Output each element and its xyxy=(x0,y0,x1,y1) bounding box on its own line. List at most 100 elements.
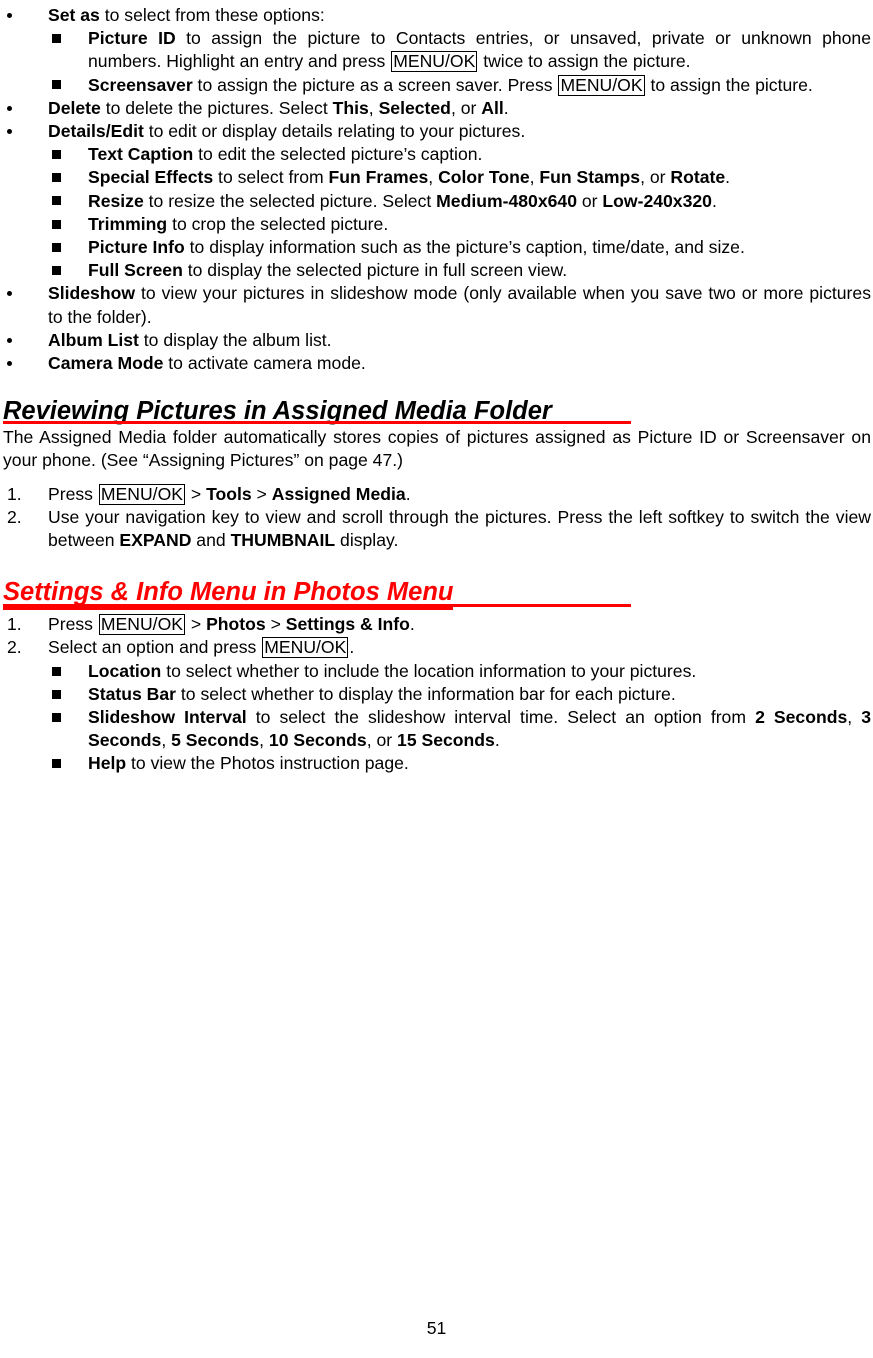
bullet-square-icon xyxy=(52,74,74,97)
heading-wrap-reviewing: Reviewing Pictures in Assigned Media Fol… xyxy=(3,397,871,426)
term-set-as: Set as xyxy=(48,5,100,25)
text-caption-desc: to edit the selected picture’s caption. xyxy=(193,144,483,165)
key-menu-ok[interactable]: MENU/OK xyxy=(391,51,478,73)
term-help: Help xyxy=(88,753,127,774)
details-edit-desc: to edit or display details relating to y… xyxy=(143,121,526,142)
step-pre: Press xyxy=(48,483,98,504)
list-item-text: Album List to display the album list. xyxy=(48,329,871,352)
list-item-screensaver: Screensaver to assign the picture as a s… xyxy=(3,74,871,97)
list-item-status-bar: Status Bar to select whether to display … xyxy=(3,683,871,706)
sep: , xyxy=(847,707,862,728)
menu-assigned-media[interactable]: Assigned Media xyxy=(272,484,406,504)
full-screen-desc: to display the selected picture in full … xyxy=(182,260,568,281)
bullet-dot-icon xyxy=(7,4,29,27)
status-bar-desc: to select whether to display the informa… xyxy=(176,683,676,704)
set-as-description: to select from these options: xyxy=(99,5,325,25)
period: . xyxy=(503,97,509,118)
key-menu-ok[interactable]: MENU/OK xyxy=(98,483,185,505)
term-slideshow: Slideshow xyxy=(48,283,136,304)
sep: , xyxy=(428,167,439,188)
sep: , xyxy=(368,97,379,118)
bullet-square-icon xyxy=(52,236,74,259)
list-item-trimming: Trimming to crop the selected picture. xyxy=(3,213,871,236)
list-item-text: Set as to select from these options: xyxy=(48,4,871,27)
bullet-square-icon xyxy=(52,683,74,706)
ordered-step-2: 2. Use your navigation key to view and s… xyxy=(3,506,871,552)
help-desc: to view the Photos instruction page. xyxy=(126,753,409,774)
special-effects-desc: to select from xyxy=(213,167,329,188)
step-text: Press MENU/OK > Photos > Settings & Info… xyxy=(48,613,871,636)
term-details-edit: Details/Edit xyxy=(48,121,144,142)
step-number: 1. xyxy=(7,483,22,504)
option-color-tone: Color Tone xyxy=(438,167,530,188)
menu-tools[interactable]: Tools xyxy=(206,484,252,504)
key-menu-ok[interactable]: MENU/OK xyxy=(262,637,349,659)
step-text: Select an option and press MENU/OK. xyxy=(48,636,871,659)
option-thumbnail: THUMBNAIL xyxy=(230,530,336,551)
list-item-camera-mode: Camera Mode to activate camera mode. xyxy=(3,352,871,375)
screensaver-desc-part1: to assign the picture as a screen saver.… xyxy=(192,74,558,95)
step-sep: and xyxy=(191,530,231,551)
delete-desc: to delete the pictures. Select xyxy=(100,97,333,118)
list-item-resize: Resize to resize the selected picture. S… xyxy=(3,190,871,213)
term-location: Location xyxy=(88,660,162,681)
key-menu-ok[interactable]: MENU/OK xyxy=(98,614,185,636)
sep: , xyxy=(529,167,540,188)
bullet-square-icon xyxy=(52,143,74,166)
heading-red-rule xyxy=(3,604,631,608)
step-number: 2. xyxy=(7,506,22,527)
term-delete: Delete xyxy=(48,97,101,118)
menu-photos[interactable]: Photos xyxy=(206,614,266,634)
option-fun-stamps: Fun Stamps xyxy=(539,167,641,188)
list-item-location: Location to select whether to include th… xyxy=(3,660,871,683)
list-item-text: Camera Mode to activate camera mode. xyxy=(48,352,871,375)
step-sep: > xyxy=(251,483,272,504)
list-item-text: Trimming to crop the selected picture. xyxy=(88,213,871,236)
bullet-square-icon xyxy=(52,213,74,236)
bullet-square-icon xyxy=(52,166,74,189)
sep: , or xyxy=(640,167,671,188)
key-menu-ok[interactable]: MENU/OK xyxy=(558,74,645,96)
list-item-text: Screensaver to assign the picture as a s… xyxy=(88,74,871,97)
bullet-square-icon xyxy=(52,27,74,50)
heading-red-rule xyxy=(3,421,631,425)
step-sep: > xyxy=(186,614,207,635)
menu-settings-info[interactable]: Settings & Info xyxy=(286,614,410,634)
bullet-square-icon xyxy=(52,190,74,213)
bullet-dot-icon xyxy=(7,329,29,352)
list-item-slideshow: Slideshow to view your pictures in slide… xyxy=(3,282,871,328)
option-medium: Medium-480x640 xyxy=(436,190,577,211)
term-resize: Resize xyxy=(88,190,144,211)
period: . xyxy=(349,637,355,658)
screensaver-desc-part2: to assign the picture. xyxy=(645,74,813,95)
bullet-square-icon xyxy=(52,706,74,729)
camera-mode-desc: to activate camera mode. xyxy=(163,353,366,374)
resize-desc: to resize the selected picture. Select xyxy=(143,190,437,211)
list-item-text: Delete to delete the pictures. Select Th… xyxy=(48,97,871,120)
step-number: 1. xyxy=(7,614,22,635)
settings-step-2: 2. Select an option and press MENU/OK. xyxy=(3,636,871,659)
list-item-text: Help to view the Photos instruction page… xyxy=(88,752,871,775)
sep: , or xyxy=(450,97,482,118)
ordered-step-1: 1. Press MENU/OK > Tools > Assigned Medi… xyxy=(3,483,871,506)
bullet-dot-icon xyxy=(7,120,29,143)
reviewing-intro-paragraph: The Assigned Media folder automatically … xyxy=(3,427,871,471)
option-rotate: Rotate xyxy=(670,167,726,188)
step-end: display. xyxy=(335,530,399,551)
term-screensaver: Screensaver xyxy=(88,74,193,95)
picture-info-desc: to display information such as the pictu… xyxy=(184,237,745,258)
step-sep: > xyxy=(186,483,207,504)
slideshow-interval-desc: to select the slideshow interval time. S… xyxy=(246,707,756,728)
heading-wrap-settings: Settings & Info Menu in Photos Menu xyxy=(3,578,871,611)
settings-step-1: 1. Press MENU/OK > Photos > Settings & I… xyxy=(3,613,871,636)
list-item-text: Picture ID to assign the picture to Cont… xyxy=(88,27,871,73)
list-item-picture-info: Picture Info to display information such… xyxy=(3,236,871,259)
step-pre: Press xyxy=(48,614,98,635)
trimming-desc: to crop the selected picture. xyxy=(167,213,389,234)
list-item-text: Resize to resize the selected picture. S… xyxy=(88,190,871,213)
option-15-seconds: 15 Seconds xyxy=(397,730,495,751)
list-item-special-effects: Special Effects to select from Fun Frame… xyxy=(3,166,871,189)
list-item-text-caption: Text Caption to edit the selected pictur… xyxy=(3,143,871,166)
list-item-text: Picture Info to display information such… xyxy=(88,236,871,259)
